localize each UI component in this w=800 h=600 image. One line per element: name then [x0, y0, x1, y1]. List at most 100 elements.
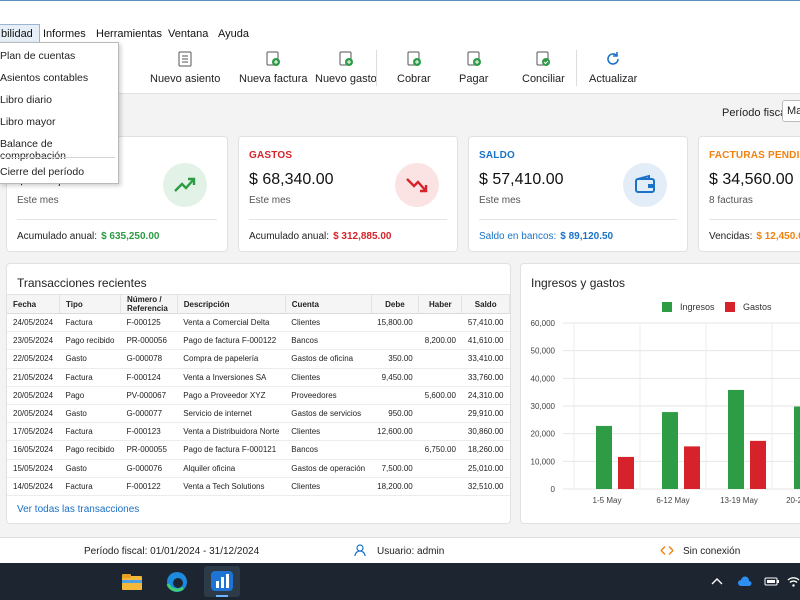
- cell-date: 14/05/2024: [7, 477, 60, 496]
- col-header-description[interactable]: Descripción: [177, 294, 286, 314]
- x-tick-label: 20-26 May: [786, 496, 800, 505]
- menu-item-trial-balance[interactable]: Balance de comprobación: [0, 138, 118, 162]
- col-header-reference[interactable]: Número / Referencia: [120, 294, 178, 314]
- menu-ventana[interactable]: Ventana: [162, 24, 214, 44]
- balance-value: $ 57,410.00: [479, 171, 564, 188]
- menu-informes[interactable]: Informes: [37, 24, 92, 44]
- menu-item-period-close[interactable]: Cierre del período: [0, 166, 84, 178]
- card-divider: [17, 219, 217, 220]
- taskbar-active-app[interactable]: [204, 566, 240, 597]
- cell-debit: 15,800.00: [371, 313, 419, 333]
- cell-date: 20/05/2024: [7, 386, 60, 405]
- menu-item-journal-entries[interactable]: Asientos contables: [0, 72, 88, 84]
- cell-balance: 24,310.00: [461, 386, 510, 405]
- table-row[interactable]: 20/05/2024 Gasto G-000077 Servicio de inter…: [7, 404, 510, 424]
- cloud-icon[interactable]: [737, 576, 753, 587]
- reconcile-button[interactable]: Conciliar: [522, 48, 565, 85]
- menu-herramientas[interactable]: Herramientas: [90, 24, 168, 44]
- table-row[interactable]: 22/05/2024 Gasto G-000078 Compra de papeler…: [7, 349, 510, 369]
- x-tick-label: 1-5 May: [593, 496, 622, 505]
- period-select[interactable]: Ma: [782, 100, 800, 122]
- card-divider: [249, 219, 447, 220]
- cell-type: Pago: [59, 386, 121, 405]
- col-header-debit[interactable]: Debe: [371, 294, 420, 314]
- toolbar-separator: [576, 50, 577, 86]
- table-row[interactable]: 17/05/2024 Factura F-000123 Venta a Distrib…: [7, 422, 510, 442]
- table-row[interactable]: 14/05/2024 Factura F-000122 Venta a Tech So…: [7, 477, 510, 496]
- cell-type: Factura: [59, 313, 121, 333]
- cell-credit: [418, 349, 462, 369]
- table-row[interactable]: 15/05/2024 Gasto G-000076 Alquiler oficina G…: [7, 459, 510, 478]
- expenses-value: $ 68,340.00: [249, 171, 334, 188]
- wallet-icon: [623, 163, 667, 207]
- trend-down-icon: [395, 163, 439, 207]
- menu-contabilidad[interactable]: bilidad: [0, 24, 40, 44]
- pending-invoices-value: $ 34,560.00: [709, 171, 794, 188]
- menu-ayuda[interactable]: Ayuda: [212, 24, 255, 44]
- income-expense-chart: 60,000 50,000 40,000 30,000 20,000 10,000 0 1-5…: [531, 302, 800, 505]
- cell-balance: 29,910.00: [461, 404, 510, 424]
- table-row[interactable]: 23/05/2024 Pago recibido PR-000056 Pago de …: [7, 331, 510, 351]
- transactions-table: Fecha Tipo Número / Referencia Descripci…: [7, 294, 510, 496]
- pending-invoices-count: 8 facturas: [709, 195, 753, 206]
- new-expense-button[interactable]: Nuevo gasto: [315, 48, 377, 85]
- window-titlebar: [0, 0, 800, 24]
- col-header-balance[interactable]: Saldo: [461, 294, 510, 314]
- cell-debit: 7,500.00: [371, 459, 419, 478]
- cell-description: Venta a Tech Solutions: [177, 477, 286, 496]
- cell-date: 23/05/2024: [7, 331, 60, 351]
- wifi-icon[interactable]: [787, 575, 800, 588]
- period-selector-row: Período fiscal: Ma: [0, 94, 800, 130]
- cell-reference: G-000076: [120, 459, 178, 478]
- cell-debit: [371, 331, 419, 351]
- y-tick-label: 40,000: [531, 374, 556, 383]
- y-tick-label: 10,000: [531, 457, 556, 466]
- edge-browser-icon[interactable]: [165, 570, 189, 594]
- cell-description: Venta a Comercial Delta: [177, 313, 286, 333]
- table-row[interactable]: 16/05/2024 Pago recibido PR-000055 Pago de …: [7, 440, 510, 460]
- view-all-transactions-link[interactable]: Ver todas las transacciones: [17, 504, 139, 515]
- menu-item-general-ledger[interactable]: Libro mayor: [0, 116, 55, 128]
- cell-type: Gasto: [59, 349, 121, 369]
- cell-date: 24/05/2024: [7, 313, 60, 333]
- document-add-icon: [266, 51, 281, 66]
- new-expense-label: Nuevo gasto: [315, 73, 377, 85]
- y-tick-label: 30,000: [531, 402, 556, 411]
- cell-reference: PV-000067: [120, 386, 178, 405]
- col-header-account[interactable]: Cuenta: [285, 294, 372, 314]
- pay-button[interactable]: Pagar: [459, 48, 488, 85]
- expenses-footer-label: Acumulado anual:: [249, 231, 330, 242]
- new-entry-button[interactable]: Nuevo asiento: [150, 48, 220, 85]
- toolbar: Nuevo asiento Nueva factura Nuevo gasto …: [0, 44, 800, 94]
- expenses-title: GASTOS: [249, 150, 293, 161]
- legend-swatch: [725, 302, 735, 312]
- cell-balance: 57,410.00: [461, 313, 510, 333]
- cell-balance: 25,010.00: [461, 459, 510, 478]
- table-row[interactable]: 24/05/2024 Factura F-000125 Venta a Comerci…: [7, 313, 510, 333]
- cell-account: Clientes: [285, 313, 372, 333]
- legend-label: Ingresos: [680, 302, 715, 312]
- cell-description: Pago a Proveedor XYZ: [177, 386, 286, 405]
- refresh-button[interactable]: Actualizar: [589, 48, 637, 85]
- battery-icon[interactable]: [764, 576, 780, 587]
- cell-account: Gastos de operación: [285, 459, 372, 478]
- bar-ingresos: [728, 389, 744, 489]
- bar-ingresos: [794, 406, 800, 489]
- col-header-date[interactable]: Fecha: [7, 294, 61, 314]
- table-row[interactable]: 20/05/2024 Pago PV-000067 Pago a Proveedor …: [7, 386, 510, 405]
- menu-item-chart-of-accounts[interactable]: Plan de cuentas: [0, 50, 75, 62]
- cell-reference: PR-000056: [120, 331, 178, 351]
- cell-credit: [418, 313, 462, 333]
- new-invoice-button[interactable]: Nueva factura: [239, 48, 307, 85]
- col-header-credit[interactable]: Haber: [418, 294, 463, 314]
- document-add-icon: [467, 51, 481, 66]
- bar-ingresos: [596, 425, 612, 489]
- table-row[interactable]: 21/05/2024 Factura F-000124 Venta a Inversi…: [7, 368, 510, 387]
- file-explorer-icon[interactable]: [120, 570, 144, 594]
- cell-reference: F-000122: [120, 477, 178, 496]
- pending-invoices-title: FACTURAS PENDIENTES: [709, 150, 800, 161]
- collect-button[interactable]: Cobrar: [397, 48, 431, 85]
- chevron-up-icon[interactable]: [711, 576, 723, 586]
- menu-item-daily-ledger[interactable]: Libro diario: [0, 94, 52, 106]
- col-header-type[interactable]: Tipo: [59, 294, 121, 314]
